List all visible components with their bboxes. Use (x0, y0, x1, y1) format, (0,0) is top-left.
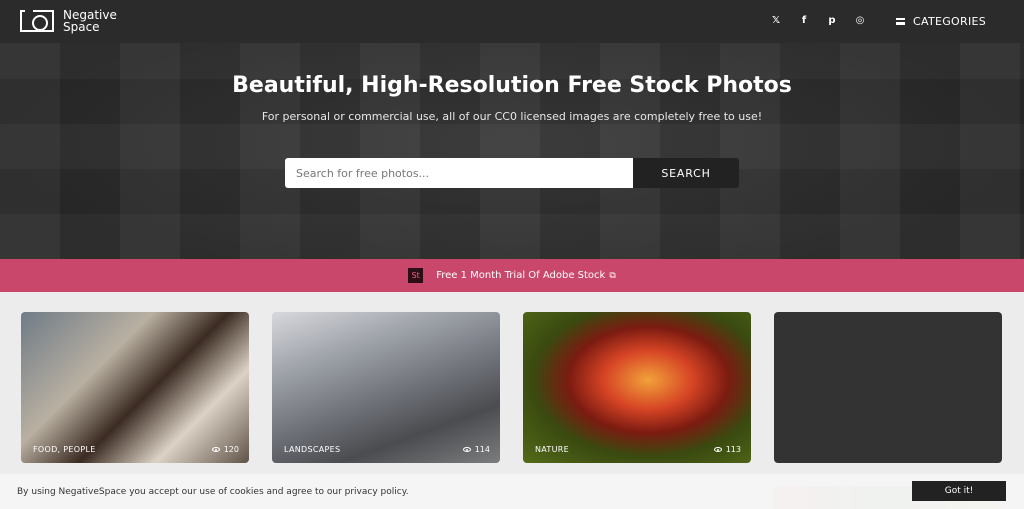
logo-text: Negative Space (63, 9, 123, 33)
external-link-icon: ⧉ (609, 270, 616, 281)
view-count: 120 (223, 445, 239, 454)
menu-icon (896, 18, 905, 25)
eye-icon (462, 447, 471, 452)
categories-label: CATEGORIES (913, 15, 987, 28)
photo-card[interactable]: FOOD, PEOPLE 120 (21, 312, 249, 463)
photo-category[interactable]: NATURE (535, 445, 569, 454)
top-navigation: Negative Space 𝕏 f p ◎ CATEGORIES (0, 0, 1024, 43)
photo-card-placeholder[interactable] (774, 312, 1002, 463)
facebook-icon[interactable]: f (799, 15, 809, 26)
categories-menu-button[interactable]: CATEGORIES (896, 15, 986, 28)
eye-icon (713, 447, 722, 452)
photo-card[interactable]: NATURE 113 (523, 312, 751, 463)
view-count: 114 (474, 445, 490, 454)
search-button[interactable]: SEARCH (633, 158, 739, 188)
view-count: 113 (725, 445, 741, 454)
photo-views: 120 (211, 445, 239, 454)
pinterest-icon[interactable]: p (827, 15, 837, 26)
camera-logo-icon (20, 10, 54, 32)
photo-views: 113 (713, 445, 741, 454)
cookie-accept-button[interactable]: Got it! (912, 481, 1006, 501)
adobe-stock-icon: St (408, 268, 424, 283)
search-bar: SEARCH (285, 158, 739, 188)
cookie-banner: By using NegativeSpace you accept our us… (0, 474, 1024, 509)
adobe-stock-promo-link[interactable]: St Free 1 Month Trial Of Adobe Stock ⧉ (0, 259, 1024, 292)
photo-category[interactable]: LANDSCAPES (284, 445, 340, 454)
logo[interactable]: Negative Space (20, 9, 123, 33)
hero-subtitle: For personal or commercial use, all of o… (261, 110, 763, 123)
promo-text: Free 1 Month Trial Of Adobe Stock (436, 270, 606, 281)
cookie-text: By using NegativeSpace you accept our us… (17, 487, 409, 497)
logo-line-2: Space (63, 20, 100, 34)
social-links: 𝕏 f p ◎ (771, 15, 865, 26)
photo-category[interactable]: FOOD, PEOPLE (33, 445, 96, 454)
instagram-icon[interactable]: ◎ (855, 15, 865, 26)
hero-section: Negative Space 𝕏 f p ◎ CATEGORIES Beauti… (0, 0, 1024, 259)
search-input[interactable] (285, 158, 633, 188)
eye-icon (211, 447, 220, 452)
photo-views: 114 (462, 445, 490, 454)
twitter-icon[interactable]: 𝕏 (771, 15, 781, 26)
photo-card[interactable]: LANDSCAPES 114 (272, 312, 500, 463)
page-title: Beautiful, High-Resolution Free Stock Ph… (232, 73, 792, 98)
